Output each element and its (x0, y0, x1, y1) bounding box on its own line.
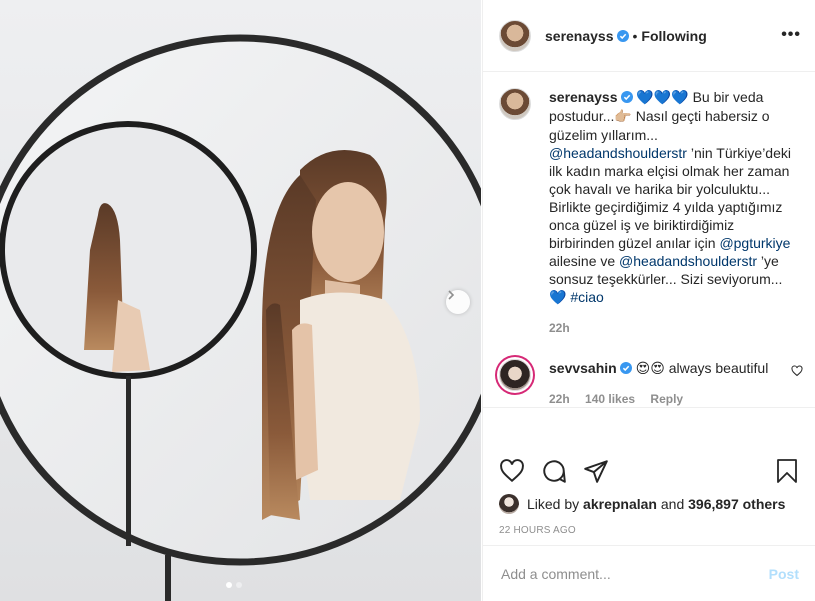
caption-text: ailesine ve (549, 253, 620, 269)
avatar[interactable] (499, 19, 531, 52)
share-button[interactable] (583, 458, 609, 484)
comment-input[interactable] (499, 564, 769, 583)
caption-meta: 22h (549, 319, 794, 337)
post-comment-button[interactable]: Post (769, 566, 799, 582)
chevron-right-icon (448, 290, 455, 300)
likes-prefix: Liked by (527, 496, 580, 512)
carousel-dot (236, 582, 242, 588)
post-photo[interactable] (0, 0, 481, 601)
caption: serenayss 💙💙💙 Bu bir veda postudur...👉🏼 … (499, 88, 799, 337)
like-comment-heart-icon[interactable] (791, 365, 803, 377)
more-options-icon[interactable]: ••• (781, 26, 801, 44)
likes-summary: Liked by akrepnalan and 396,897 others (499, 494, 785, 514)
caption-time[interactable]: 22h (549, 321, 570, 335)
carousel-dots (226, 582, 242, 588)
hashtag-link[interactable]: #ciao (570, 289, 603, 305)
comment-button[interactable] (541, 458, 567, 484)
avatar[interactable] (499, 88, 531, 120)
carousel-dot-active (226, 582, 232, 588)
comment-meta: 22h 140 likes Reply (549, 390, 794, 407)
bookmark-icon (777, 459, 797, 483)
post-details-panel: serenayss • Following ••• serenayss 💙💙💙 … (482, 0, 815, 601)
verified-badge-icon (619, 362, 632, 374)
avatar[interactable] (499, 359, 531, 391)
liker-username[interactable]: akrepnalan (583, 496, 657, 512)
caption-username[interactable]: serenayss (549, 89, 618, 105)
heart-icon (500, 459, 524, 483)
mention-link[interactable]: @pgturkiye (719, 235, 790, 251)
comments-section: serenayss 💙💙💙 Bu bir veda postudur...👉🏼 … (483, 72, 815, 408)
action-bar (499, 451, 799, 491)
add-comment-bar: Post (483, 545, 815, 601)
separator: • (632, 27, 638, 44)
comment-username[interactable]: sevvsahin (549, 360, 617, 376)
post-header: serenayss • Following ••• (483, 0, 815, 72)
pointing-hand-emoji: 👉🏼 (614, 109, 632, 125)
comment-icon (543, 460, 566, 483)
post-time-ago[interactable]: 22 HOURS AGO (499, 525, 576, 536)
verified-badge-icon (620, 91, 633, 103)
likes-mid: and (660, 496, 685, 512)
verified-badge-icon (616, 29, 629, 42)
comment-time[interactable]: 22h (549, 392, 570, 406)
like-button[interactable] (499, 458, 525, 484)
mention-link[interactable]: @headandshoulderstr (549, 145, 687, 161)
save-button[interactable] (775, 458, 799, 484)
comment-text: always beautiful (664, 360, 769, 376)
blue-hearts-emoji: 💙💙💙 (636, 90, 689, 106)
comment-likes[interactable]: 140 likes (585, 392, 635, 406)
mention-link[interactable]: @headandshoulderstr (619, 253, 757, 269)
likes-count[interactable]: 396,897 others (688, 496, 785, 512)
blue-heart-emoji: 💙 (549, 290, 567, 306)
comment-item: sevvsahin 😍😍 always beautiful 22h 140 li… (499, 359, 803, 407)
author-username[interactable]: serenayss (545, 28, 614, 44)
mirror-photo-illustration (0, 34, 481, 601)
paper-plane-icon (584, 460, 608, 483)
next-photo-button[interactable] (446, 290, 470, 314)
heart-eyes-emoji: 😍😍 (635, 361, 665, 377)
following-button[interactable]: Following (641, 28, 706, 44)
liker-avatar[interactable] (499, 494, 519, 514)
post-modal: serenayss • Following ••• serenayss 💙💙💙 … (0, 0, 815, 601)
reply-button[interactable]: Reply (650, 392, 683, 406)
